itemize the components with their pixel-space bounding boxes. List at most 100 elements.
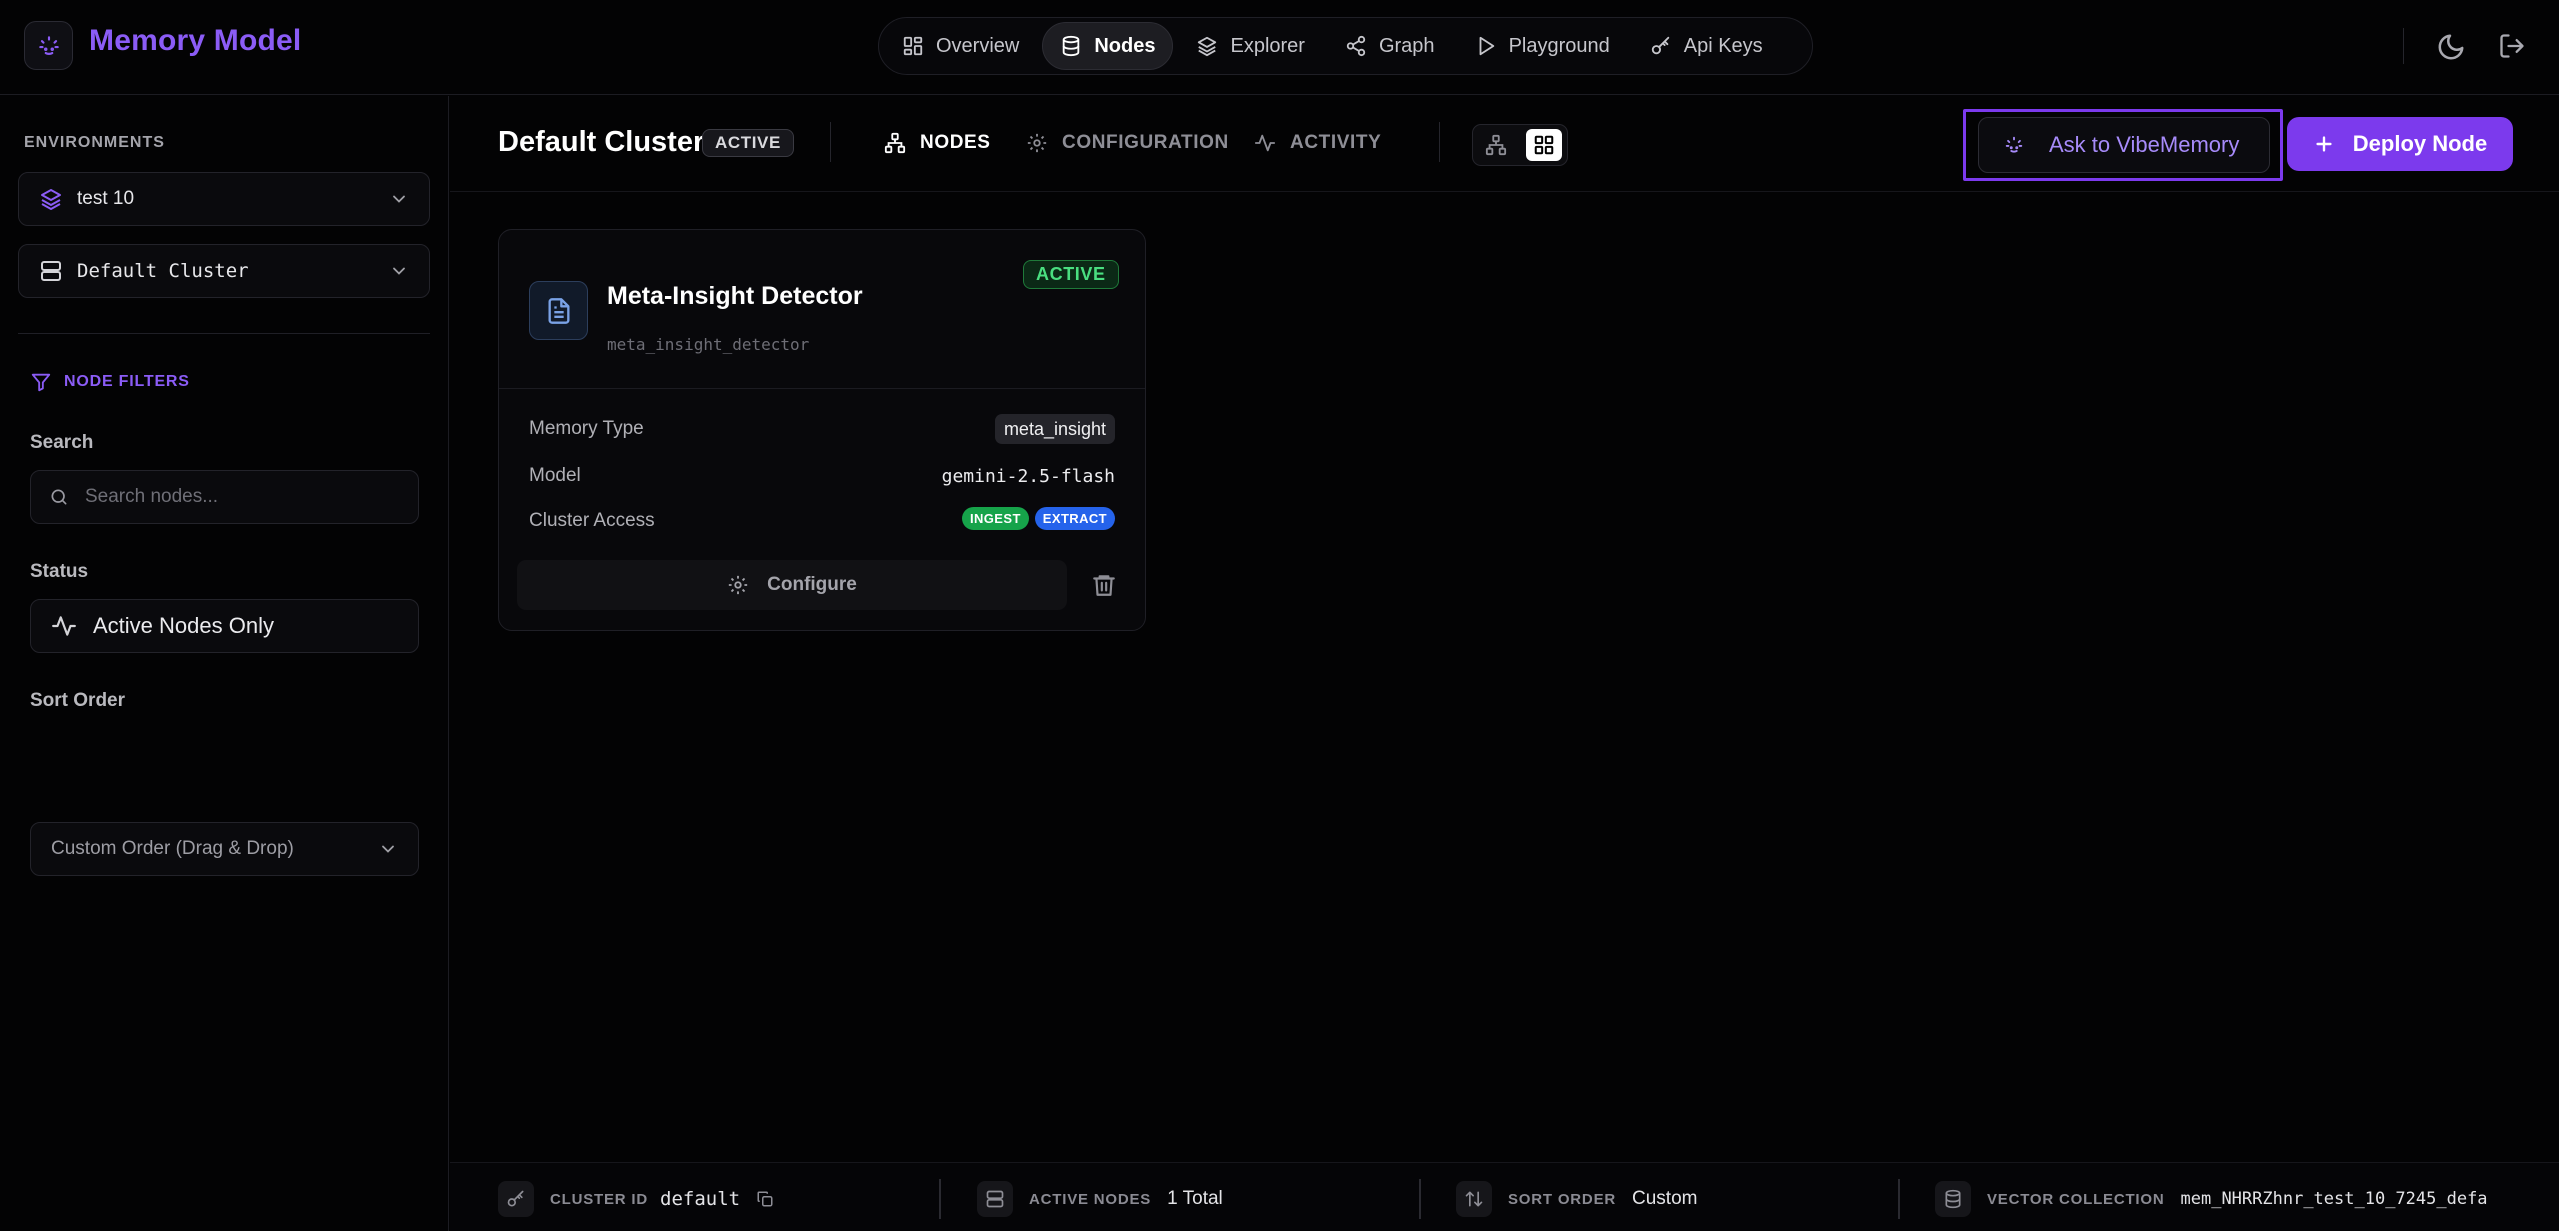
app-logo[interactable] [24, 21, 73, 70]
tab-configuration-label: CONFIGURATION [1062, 132, 1229, 153]
grid-icon [903, 36, 923, 56]
nav-api-keys[interactable]: Api Keys [1633, 22, 1780, 70]
node-status-badge: ACTIVE [1023, 260, 1119, 289]
nav-api-keys-label: Api Keys [1683, 34, 1763, 57]
moon-icon [2438, 34, 2464, 60]
nav-nodes[interactable]: Nodes [1042, 22, 1174, 70]
sidebar: ENVIRONMENTS test 10 Default Cluster NOD… [0, 96, 449, 1231]
node-card[interactable]: Meta-Insight Detector meta_insight_detec… [498, 229, 1146, 631]
delete-node-button[interactable] [1091, 572, 1117, 598]
logout-icon [2500, 34, 2524, 58]
footer-vector-collection: VECTOR COLLECTION mem_NHRRZhnr_test_10_7… [1935, 1181, 2488, 1217]
sparkle-logo-icon [38, 35, 59, 55]
vector-collection-value: mem_NHRRZhnr_test_10_7245_defa [2180, 1189, 2488, 1209]
sparkle-icon [2005, 136, 2023, 153]
grid-view-button[interactable] [1526, 129, 1562, 161]
nav-explorer-label: Explorer [1230, 34, 1305, 57]
nav-explorer[interactable]: Explorer [1179, 22, 1321, 70]
node-filters-title: NODE FILTERS [30, 371, 190, 393]
ask-vibememory-label: Ask to VibeMemory [2049, 132, 2240, 157]
sort-arrows-icon [1456, 1181, 1492, 1217]
layers-icon [1198, 36, 1217, 57]
sort-order-footer-label: SORT ORDER [1508, 1190, 1617, 1208]
search-field[interactable] [30, 470, 419, 524]
top-bar: Memory Model Overview Nodes Explorer Gra… [0, 0, 2559, 95]
chevron-down-icon [393, 195, 405, 203]
environments-label: ENVIRONMENTS [24, 134, 165, 151]
nav-playground[interactable]: Playground [1458, 22, 1627, 70]
cluster-id-label: CLUSTER ID [550, 1190, 648, 1208]
plus-icon [2316, 136, 2332, 152]
chevron-down-icon [393, 267, 405, 275]
model-label: Model [529, 465, 581, 486]
search-label: Search [30, 432, 94, 453]
gear-icon [1027, 133, 1047, 153]
database-icon [1935, 1181, 1971, 1217]
deploy-node-label: Deploy Node [2352, 131, 2488, 156]
tab-configuration[interactable]: CONFIGURATION [1026, 126, 1229, 160]
sort-order-select[interactable]: Custom Order (Drag & Drop) [30, 822, 419, 876]
hierarchy-icon [1485, 134, 1507, 156]
nav-overview-label: Overview [936, 34, 1020, 57]
configure-button[interactable]: Configure [517, 560, 1067, 610]
gear-icon [728, 575, 748, 595]
footer-active-nodes: ACTIVE NODES 1 Total [977, 1181, 1223, 1217]
app-title: Memory Model [89, 24, 302, 57]
sort-order-value: Custom Order (Drag & Drop) [51, 838, 294, 859]
server-icon [977, 1181, 1013, 1217]
document-icon [548, 297, 569, 324]
footer-sort-order: SORT ORDER Custom [1456, 1181, 1697, 1217]
nav-playground-label: Playground [1508, 34, 1610, 57]
tab-activity[interactable]: ACTIVITY [1254, 126, 1381, 160]
footer-divider [1898, 1179, 1900, 1219]
ask-vibememory-button[interactable]: Ask to VibeMemory [1978, 117, 2270, 173]
trash-icon [1093, 575, 1115, 596]
memory-type-label: Memory Type [529, 418, 644, 439]
tree-view-button[interactable] [1478, 129, 1514, 161]
cluster-value: Default Cluster [77, 260, 249, 282]
layers-icon [41, 189, 61, 210]
copy-cluster-id-button[interactable] [756, 1190, 774, 1208]
filter-icon [31, 373, 51, 392]
cluster-access-label: Cluster Access [529, 510, 655, 531]
key-icon [1651, 36, 1669, 55]
active-nodes-label: ACTIVE NODES [1029, 1190, 1152, 1208]
deploy-node-button[interactable]: Deploy Node [2287, 117, 2513, 171]
grid-icon [1534, 135, 1554, 155]
status-label: Status [30, 561, 89, 582]
vector-collection-label: VECTOR COLLECTION [1987, 1190, 2165, 1208]
cluster-status-badge: ACTIVE [702, 129, 794, 157]
nav-graph-label: Graph [1378, 34, 1435, 57]
environment-select[interactable]: test 10 [18, 172, 430, 226]
active-nodes-value: 1 Total [1167, 1188, 1223, 1209]
header-divider [1439, 122, 1440, 162]
tab-nodes-label: NODES [920, 132, 991, 153]
status-footer: CLUSTER ID default ACTIVE NODES 1 Total … [450, 1162, 2559, 1231]
cluster-access-chips: INGEST EXTRACT [962, 507, 1115, 530]
search-icon [51, 489, 67, 505]
server-icon [41, 261, 61, 281]
header-divider [830, 122, 831, 162]
view-mode-toggle [1472, 124, 1568, 166]
nav-graph[interactable]: Graph [1328, 22, 1452, 70]
model-value: gemini-2.5-flash [941, 466, 1115, 487]
node-filters-label: NODE FILTERS [64, 373, 190, 390]
search-input[interactable] [85, 486, 400, 508]
footer-divider [1419, 1179, 1421, 1219]
node-type-badge [529, 281, 588, 340]
environment-value: test 10 [77, 188, 135, 209]
nav-overview[interactable]: Overview [885, 22, 1036, 70]
extract-chip: EXTRACT [1034, 507, 1115, 530]
card-divider [499, 388, 1145, 389]
theme-toggle-button[interactable] [2436, 32, 2466, 62]
logout-button[interactable] [2498, 32, 2528, 62]
key-icon [498, 1181, 534, 1217]
cluster-select[interactable]: Default Cluster [18, 244, 430, 298]
status-value: Active Nodes Only [93, 613, 274, 638]
activity-icon [1254, 134, 1276, 152]
activity-icon [52, 616, 76, 636]
tab-nodes[interactable]: NODES [884, 126, 991, 160]
active-nodes-only-toggle[interactable]: Active Nodes Only [30, 599, 419, 653]
chevron-down-icon [382, 845, 394, 853]
copy-icon [757, 1191, 773, 1207]
